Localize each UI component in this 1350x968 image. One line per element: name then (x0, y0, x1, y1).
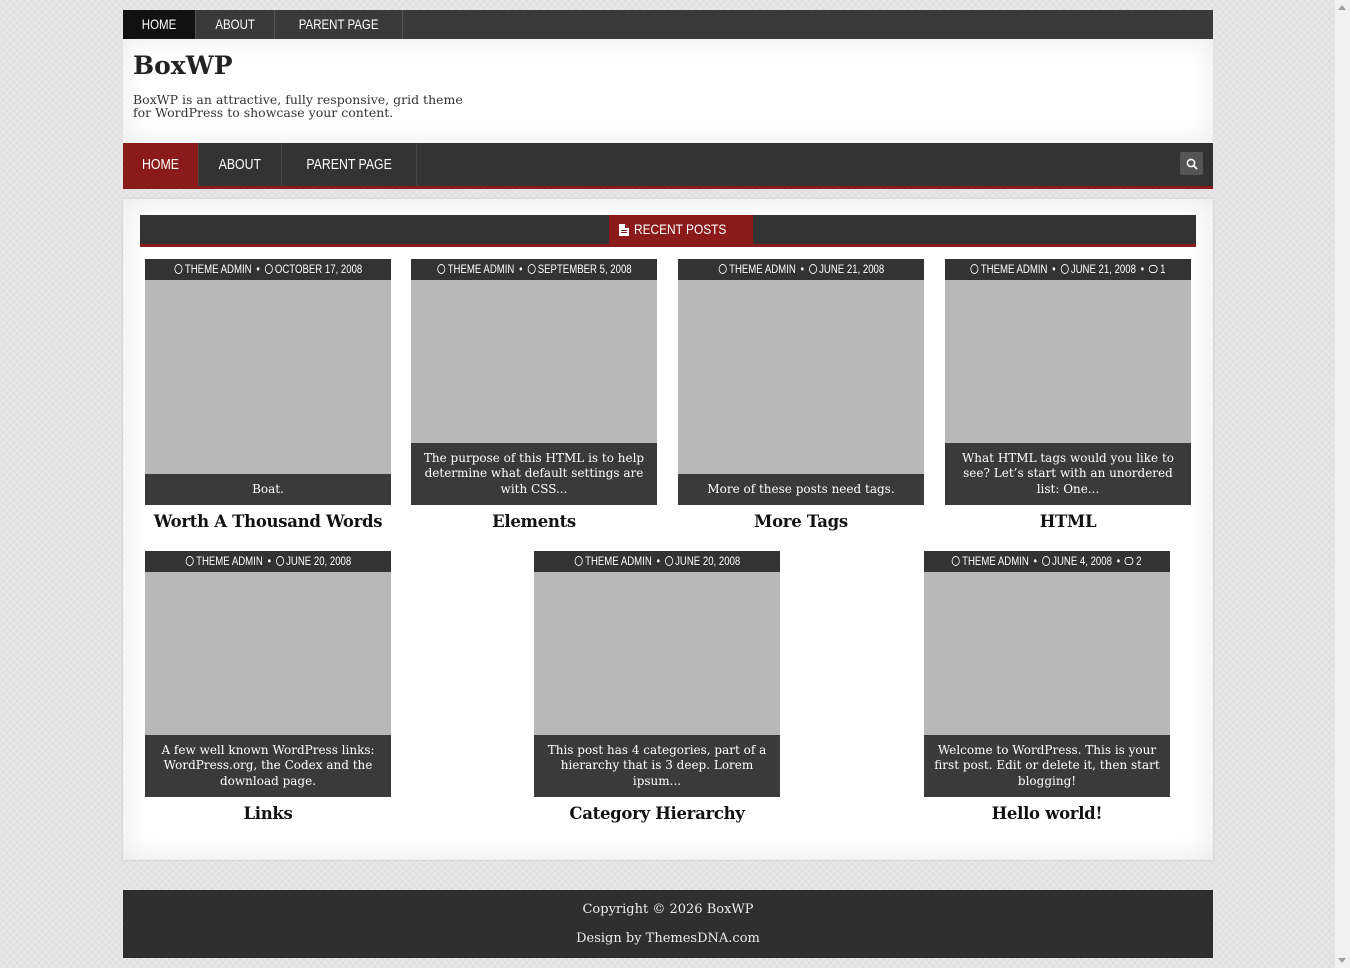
post-comment-count[interactable]: 1 (1160, 262, 1165, 276)
main-nav-parent-page[interactable]: PARENT PAGE (282, 143, 417, 186)
top-nav-parent-page[interactable]: PARENT PAGE (275, 10, 404, 39)
top-nav-about[interactable]: ABOUT (196, 10, 276, 39)
post-date: JUNE 20, 2008 (285, 554, 351, 568)
post-excerpt: What HTML tags would you like to see? Le… (945, 442, 1191, 505)
site-footer: Copyright © 2026 BoxWP Design by ThemesD… (123, 890, 1213, 958)
user-icon (718, 264, 727, 274)
post-meta: THEME ADMIN • SEPTEMBER 5, 2008 (411, 259, 657, 280)
scroll-up-arrow-icon[interactable] (1338, 5, 1346, 10)
post-title[interactable]: Elements (411, 512, 657, 531)
post-title[interactable]: HTML (945, 512, 1191, 531)
post-title[interactable]: More Tags (678, 512, 924, 531)
search-button[interactable] (1180, 152, 1203, 175)
post-comment-count[interactable]: 2 (1137, 554, 1142, 568)
main-navigation: HOME ABOUT PARENT PAGE (123, 143, 1213, 189)
site-title[interactable]: BoxWP (133, 51, 233, 80)
post-title[interactable]: Category Hierarchy (534, 804, 780, 823)
post-author[interactable]: THEME ADMIN (447, 262, 514, 276)
clock-icon (275, 556, 284, 566)
document-icon (619, 223, 629, 236)
site-description: BoxWP is an attractive, fully responsive… (133, 92, 463, 120)
post-date: SEPTEMBER 5, 2008 (537, 262, 632, 276)
post-card: THEME ADMIN • JUNE 4, 2008 • 2 Welcome to Wo… (924, 551, 1170, 823)
main-content: RECENT POSTS THEME ADMIN • OCTOBER 17, 200… (123, 199, 1213, 860)
top-navigation: HOME ABOUT PARENT PAGE (123, 10, 1213, 39)
post-author[interactable]: THEME ADMIN (729, 262, 796, 276)
post-date: JUNE 21, 2008 (818, 262, 884, 276)
post-card: THEME ADMIN • SEPTEMBER 5, 2008 The purpos… (411, 259, 657, 531)
clock-icon (264, 264, 273, 274)
page-scrollbar[interactable] (1335, 0, 1350, 968)
post-date: JUNE 20, 2008 (674, 554, 740, 568)
post-excerpt: Welcome to WordPress. This is your first… (924, 734, 1170, 797)
post-excerpt: A few well known WordPress links: WordPr… (145, 734, 391, 797)
post-card: THEME ADMIN • OCTOBER 17, 2008 Boat. Worth… (145, 259, 391, 531)
clock-icon (526, 264, 535, 274)
search-icon (1186, 158, 1198, 170)
post-meta: THEME ADMIN • JUNE 4, 2008 • 2 (924, 551, 1170, 572)
post-excerpt: The purpose of this HTML is to help dete… (411, 442, 657, 505)
user-icon (185, 556, 194, 566)
post-card: THEME ADMIN • JUNE 21, 2008 More of these … (678, 259, 924, 531)
post-title[interactable]: Worth A Thousand Words (145, 512, 391, 531)
recent-posts-heading: RECENT POSTS (609, 215, 753, 244)
post-card: THEME ADMIN • JUNE 20, 2008 A few well kno… (145, 551, 391, 823)
post-author[interactable]: THEME ADMIN (196, 554, 263, 568)
post-thumbnail[interactable]: What HTML tags would you like to see? Le… (945, 280, 1191, 505)
user-icon (970, 264, 979, 274)
post-thumbnail[interactable]: This post has 4 categories, part of a hi… (534, 572, 780, 797)
comments-icon (1125, 557, 1135, 565)
post-author[interactable]: THEME ADMIN (963, 554, 1030, 568)
comments-icon (1148, 265, 1158, 273)
post-thumbnail[interactable]: A few well known WordPress links: WordPr… (145, 572, 391, 797)
post-thumbnail[interactable]: Boat. (145, 280, 391, 505)
post-date: OCTOBER 17, 2008 (274, 262, 362, 276)
post-meta: THEME ADMIN • JUNE 21, 2008 • 1 (945, 259, 1191, 280)
post-date: JUNE 21, 2008 (1070, 262, 1137, 276)
user-icon (574, 556, 583, 566)
top-nav-home[interactable]: HOME (123, 10, 196, 39)
clock-icon (808, 264, 817, 274)
site-header: BoxWP BoxWP is an attractive, fully resp… (123, 39, 1213, 143)
post-card: THEME ADMIN • JUNE 21, 2008 • 1 What HTML ta… (945, 259, 1191, 531)
recent-posts-bar: RECENT POSTS (140, 215, 1196, 247)
post-excerpt: Boat. (145, 473, 391, 505)
scroll-down-arrow-icon[interactable] (1338, 958, 1346, 963)
post-thumbnail[interactable]: Welcome to WordPress. This is your first… (924, 572, 1170, 797)
main-nav-home[interactable]: HOME (123, 143, 199, 186)
post-meta: THEME ADMIN • JUNE 21, 2008 (678, 259, 924, 280)
main-nav-about[interactable]: ABOUT (199, 143, 282, 186)
post-date: JUNE 4, 2008 (1052, 554, 1113, 568)
user-icon (174, 264, 183, 274)
clock-icon (664, 556, 673, 566)
clock-icon (1060, 264, 1069, 274)
post-card: THEME ADMIN • JUNE 20, 2008 This post has … (534, 551, 780, 823)
post-author[interactable]: THEME ADMIN (585, 554, 652, 568)
footer-credit[interactable]: Design by ThemesDNA.com (123, 924, 1213, 953)
user-icon (436, 264, 445, 274)
post-title[interactable]: Hello world! (924, 804, 1170, 823)
post-author[interactable]: THEME ADMIN (981, 262, 1048, 276)
footer-copyright: Copyright © 2026 BoxWP (582, 902, 754, 917)
post-excerpt: More of these posts need tags. (678, 473, 924, 505)
post-excerpt: This post has 4 categories, part of a hi… (534, 734, 780, 797)
post-meta: THEME ADMIN • OCTOBER 17, 2008 (145, 259, 391, 280)
clock-icon (1042, 556, 1051, 566)
user-icon (952, 556, 961, 566)
post-thumbnail[interactable]: More of these posts need tags. (678, 280, 924, 505)
post-meta: THEME ADMIN • JUNE 20, 2008 (145, 551, 391, 572)
post-thumbnail[interactable]: The purpose of this HTML is to help dete… (411, 280, 657, 505)
post-meta: THEME ADMIN • JUNE 20, 2008 (534, 551, 780, 572)
post-title[interactable]: Links (145, 804, 391, 823)
post-author[interactable]: THEME ADMIN (185, 262, 252, 276)
